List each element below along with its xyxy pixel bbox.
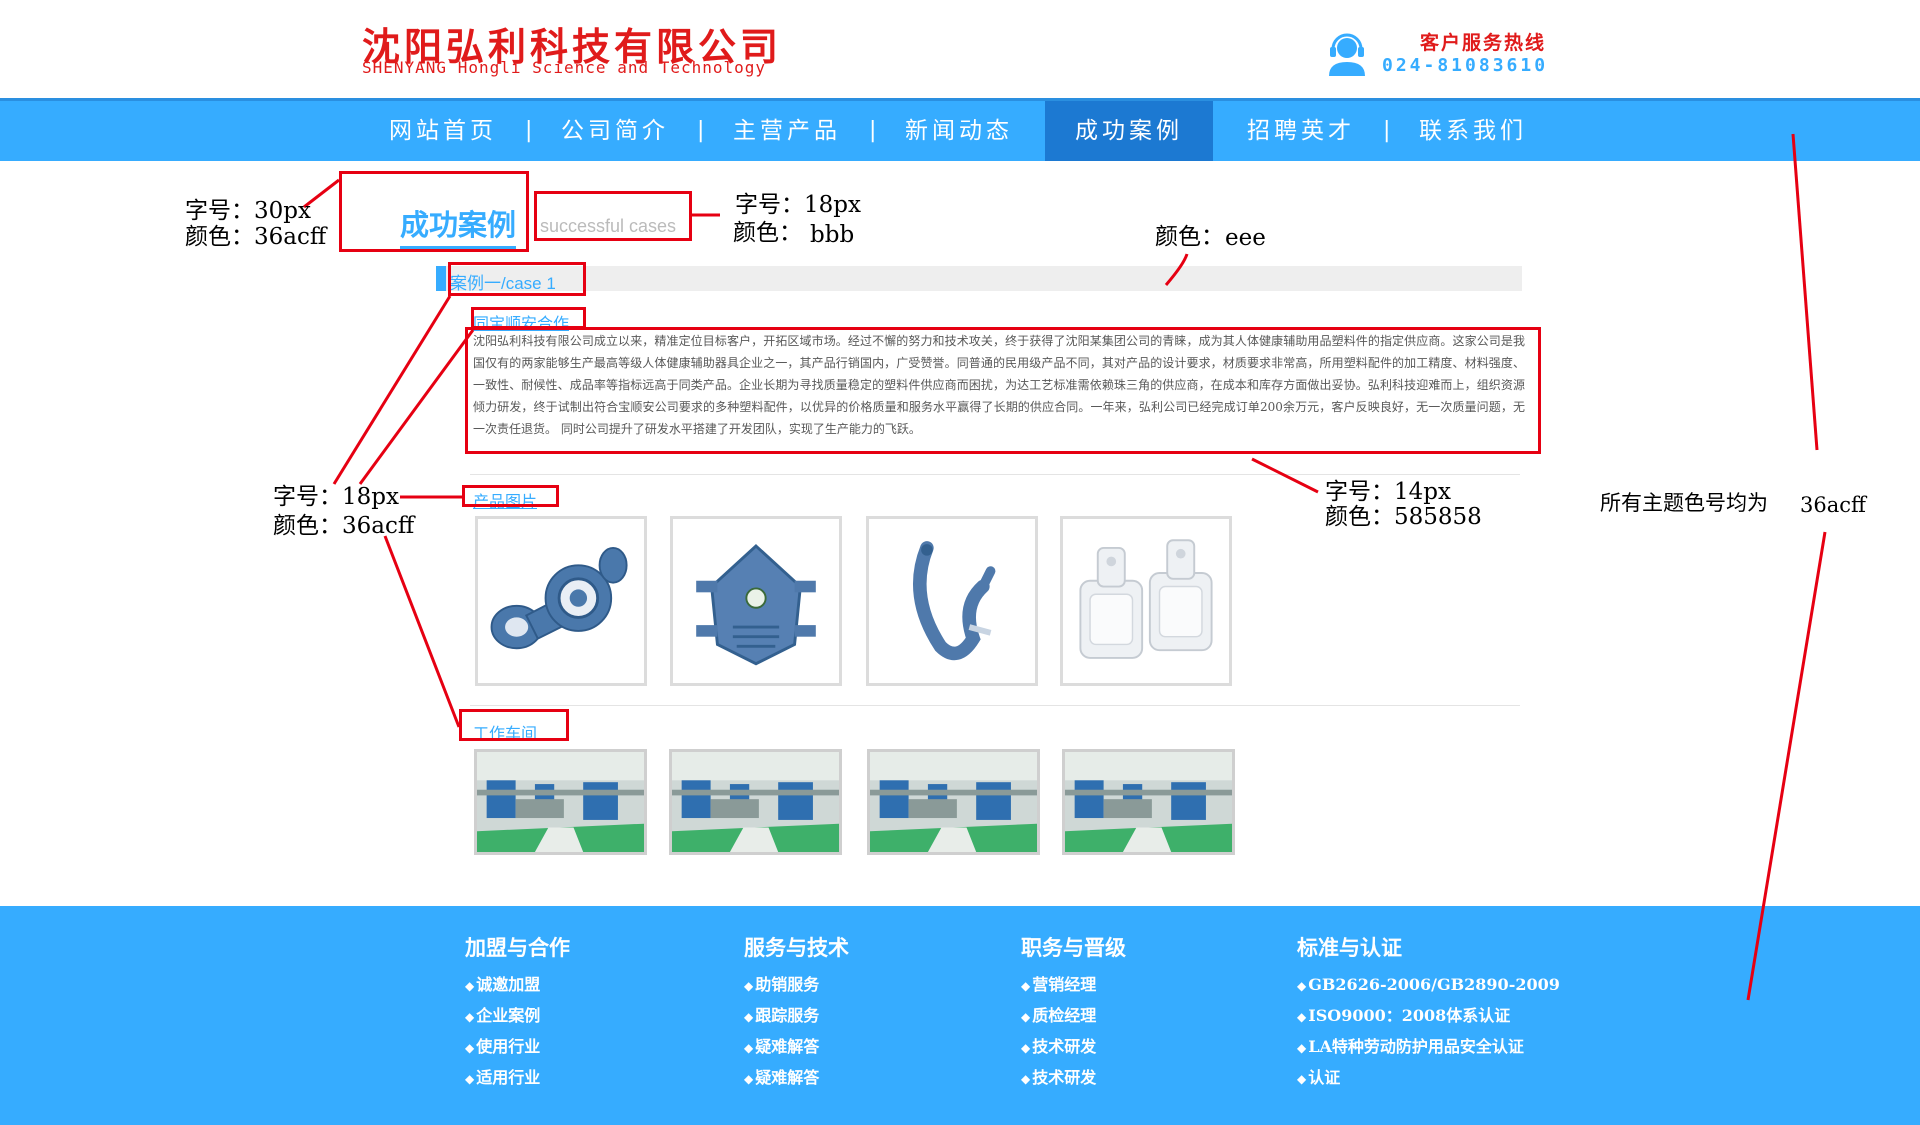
footer-column-title: 服务与技术 xyxy=(744,935,849,960)
nav-contact[interactable]: 联系我们 xyxy=(1389,101,1557,161)
footer-link[interactable]: 质检经理 xyxy=(1021,1001,1126,1032)
site-header: 沈阳弘利科技有限公司 SHENYANG Hongli Science and T… xyxy=(0,0,1920,98)
workshop-image[interactable] xyxy=(1062,749,1235,855)
workshop-image[interactable] xyxy=(867,749,1040,855)
nav-cases[interactable]: 成功案例 xyxy=(1045,101,1213,161)
footer-column-positions: 职务与晋级 营销经理 质检经理 技术研发 技术研发 xyxy=(1021,932,1126,1094)
workshop-image[interactable] xyxy=(474,749,647,855)
annotation-box-product-heading xyxy=(462,485,559,507)
workshop-image[interactable] xyxy=(669,749,842,855)
nav-about[interactable]: 公司简介 xyxy=(531,101,699,161)
footer-link[interactable]: 企业案例 xyxy=(465,1001,570,1032)
annotation-theme-note-label: 所有主题色号均为 xyxy=(1600,491,1768,515)
annotation-text-color: 颜色：585858 xyxy=(1325,504,1482,530)
annotation-box-subtitle xyxy=(534,191,692,241)
company-name-en: SHENYANG Hongli Science and Technology xyxy=(362,58,767,77)
annotation-bar-color-value: eee xyxy=(1225,225,1266,251)
annotation-text-size: 字号：14px xyxy=(1325,479,1451,505)
footer-link[interactable]: 认证 xyxy=(1297,1063,1560,1094)
site-footer: 加盟与合作 诚邀加盟 企业案例 使用行业 适用行业 服务与技术 助销服务 跟踪服… xyxy=(0,906,1920,1125)
product-image-plastic-cups[interactable] xyxy=(1060,516,1232,686)
footer-link[interactable]: 技术研发 xyxy=(1021,1063,1126,1094)
footer-link[interactable]: 营销经理 xyxy=(1021,970,1126,1001)
divider xyxy=(470,474,1520,475)
footer-column-title: 职务与晋级 xyxy=(1021,935,1126,960)
hotline-number[interactable]: 024-81083610 xyxy=(1382,55,1548,76)
footer-link[interactable]: 跟踪服务 xyxy=(744,1001,849,1032)
footer-column-title: 标准与认证 xyxy=(1297,935,1402,960)
footer-link[interactable]: GB2626-2006/GB2890-2009 xyxy=(1297,970,1560,1001)
annotation-title-size: 字号：30px xyxy=(185,198,311,224)
annotation-box-title xyxy=(339,171,529,252)
annotation-bar-color-label: 颜色： xyxy=(1155,224,1224,250)
customer-service-headset-icon xyxy=(1324,30,1370,76)
hotline-label: 客户服务热线 xyxy=(1419,32,1546,54)
footer-link[interactable]: 疑难解答 xyxy=(744,1032,849,1063)
footer-column-service: 服务与技术 助销服务 跟踪服务 疑难解答 疑难解答 xyxy=(744,932,849,1094)
footer-link[interactable]: 使用行业 xyxy=(465,1032,570,1063)
annotation-subtitle-size: 字号：18px xyxy=(735,192,861,218)
annotation-subtitle-color-label: 颜色： xyxy=(733,220,802,246)
footer-link[interactable]: 适用行业 xyxy=(465,1063,570,1094)
annotation-box-workshop-heading xyxy=(459,709,569,741)
divider xyxy=(470,705,1520,706)
annotation-box-case-heading xyxy=(471,307,586,329)
annotation-box-case-label xyxy=(448,262,586,296)
product-image-head-strap[interactable] xyxy=(866,516,1038,686)
annotation-title-color: 颜色：36acff xyxy=(185,224,327,250)
footer-column-franchise: 加盟与合作 诚邀加盟 企业案例 使用行业 适用行业 xyxy=(465,932,570,1094)
annotation-heading-size: 字号：18px xyxy=(273,484,399,510)
annotation-box-case-text xyxy=(465,327,1541,454)
nav-home[interactable]: 网站首页 xyxy=(359,101,527,161)
footer-link[interactable]: 技术研发 xyxy=(1021,1032,1126,1063)
case-title-bar xyxy=(436,266,1522,291)
nav-careers[interactable]: 招聘英才 xyxy=(1217,101,1385,161)
footer-link[interactable]: 诚邀加盟 xyxy=(465,970,570,1001)
product-image-half-mask[interactable] xyxy=(670,516,842,686)
annotation-theme-note-value: 36acff xyxy=(1800,493,1866,517)
annotation-subtitle-color-value: bbb xyxy=(810,222,855,248)
footer-column-standards: 标准与认证 GB2626-2006/GB2890-2009 ISO9000：20… xyxy=(1297,932,1560,1094)
footer-link[interactable]: 助销服务 xyxy=(744,970,849,1001)
footer-column-title: 加盟与合作 xyxy=(465,935,570,960)
product-image-respirator-filter[interactable] xyxy=(475,516,647,686)
footer-link[interactable]: 疑难解答 xyxy=(744,1063,849,1094)
footer-link[interactable]: ISO9000：2008体系认证 xyxy=(1297,1001,1560,1032)
main-nav: 网站首页 | 公司简介 | 主营产品 | 新闻动态 成功案例 招聘英才 | 联系… xyxy=(0,98,1920,161)
nav-news[interactable]: 新闻动态 xyxy=(875,101,1043,161)
annotation-heading-color: 颜色：36acff xyxy=(273,513,415,539)
footer-link[interactable]: LA特种劳动防护用品安全认证 xyxy=(1297,1032,1560,1063)
nav-products[interactable]: 主营产品 xyxy=(703,101,871,161)
